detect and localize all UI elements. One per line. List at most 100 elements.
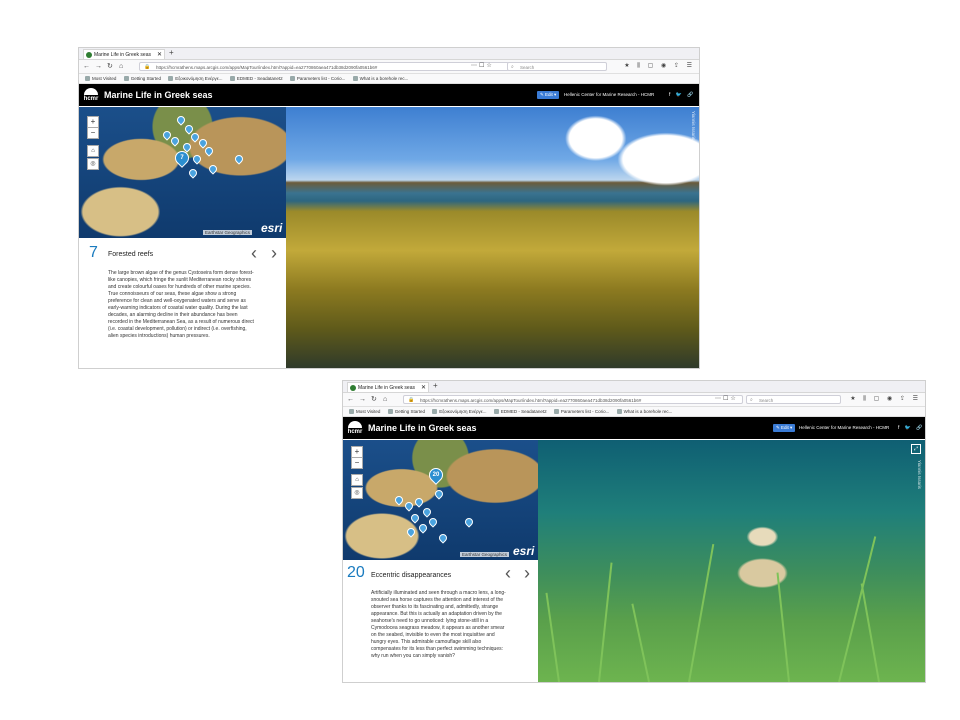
map-pin[interactable]	[405, 526, 417, 538]
bookmark-icon	[229, 76, 235, 81]
bookmarks-bar: Most Visited Getting Started Εξοικονόμησ…	[343, 407, 925, 417]
photo-credit: Yiannis Issaris	[691, 111, 696, 140]
search-icon: ⌕	[750, 397, 753, 403]
close-icon[interactable]: ✕	[157, 50, 162, 59]
map-pin[interactable]	[427, 516, 439, 528]
reload-icon[interactable]: ↻	[107, 61, 113, 72]
zoom-out-icon[interactable]: −	[351, 457, 363, 469]
map-pin[interactable]	[417, 522, 429, 534]
org-name: Hellenic Center for Marine Research - HC…	[799, 425, 890, 430]
bookmark-item[interactable]: Parameters list - Corio...	[553, 407, 609, 416]
map-pin[interactable]	[187, 167, 199, 179]
bookmark-item[interactable]: Getting Started	[387, 407, 425, 416]
new-tab-icon[interactable]: +	[169, 48, 174, 58]
esri-logo: esri	[261, 221, 283, 235]
browser-tab[interactable]: Marine Life in Greek seas ✕	[347, 382, 429, 392]
map-pin[interactable]	[175, 114, 187, 126]
browser-window-2: Marine Life in Greek seas ✕ + ← → ↻ ⌂ 🔒 …	[343, 381, 925, 682]
prev-arrow-icon[interactable]: ‹	[505, 564, 511, 582]
bookmark-icon	[123, 76, 129, 81]
app-header: hcmr Marine Life in Greek seas ✎ Edit ▾ …	[79, 84, 699, 106]
map-pin[interactable]	[433, 488, 445, 500]
back-arrow-icon[interactable]: ←	[83, 61, 90, 72]
bookmark-icon	[553, 409, 559, 414]
home-extent-icon[interactable]: ⌂	[351, 474, 363, 486]
bookmark-item[interactable]: Most Visited	[85, 74, 116, 83]
search-input[interactable]: ⌕ Search	[507, 62, 607, 71]
locate-icon[interactable]: ◎	[351, 487, 363, 499]
next-arrow-icon[interactable]: ›	[271, 244, 277, 262]
forward-arrow-icon[interactable]: →	[95, 61, 102, 72]
zoom-out-icon[interactable]: −	[87, 127, 99, 139]
map-pin[interactable]	[421, 506, 433, 518]
share-icons[interactable]: f 🐦 🔗	[669, 84, 696, 106]
story-body: The large brown algae of the genus Cysto…	[108, 270, 254, 339]
map-pin-label: 7	[180, 155, 184, 161]
toolbar-icons[interactable]: ★ ⫼ ▢ ◉ ⇪ ☰	[624, 61, 695, 72]
map-pin[interactable]	[203, 145, 215, 157]
bookmark-item[interactable]: Εξοικονόμηση Ενέργε...	[432, 407, 487, 416]
search-input[interactable]: ⌕ Search	[746, 395, 841, 404]
nav-bar: ← → ↻ ⌂ 🔒 https://hcmrathens.maps.arcgis…	[343, 393, 925, 407]
back-arrow-icon[interactable]: ←	[347, 394, 354, 405]
app-title: Marine Life in Greek seas	[368, 423, 477, 433]
bookmark-item[interactable]: Εξοικονόμηση Ενέργε...	[168, 74, 223, 83]
browser-tab[interactable]: Marine Life in Greek seas ✕	[83, 49, 165, 59]
bookmark-item[interactable]: Most Visited	[349, 407, 380, 416]
share-icons[interactable]: f 🐦 🔗	[898, 417, 925, 439]
expand-icon[interactable]: ⤢	[911, 444, 921, 454]
map-pin[interactable]	[409, 512, 421, 524]
bookmark-item[interactable]: EDMED - Seadatanet2	[229, 74, 283, 83]
map-pin[interactable]	[207, 163, 219, 175]
map-pin[interactable]	[463, 516, 475, 528]
story-number: 20	[347, 564, 365, 581]
bookmark-icon	[616, 409, 622, 414]
map-pin[interactable]	[393, 494, 405, 506]
bookmark-item[interactable]: EDMED - Seadatanet2	[493, 407, 547, 416]
home-icon[interactable]: ⌂	[119, 61, 123, 72]
edit-button[interactable]: ✎ Edit ▾	[773, 424, 796, 432]
page-actions-icon[interactable]: ⋯☐☆	[715, 394, 738, 405]
edit-button[interactable]: ✎ Edit ▾	[537, 91, 560, 99]
bookmark-item[interactable]: Parameters list - Corio...	[289, 74, 345, 83]
story-title: Forested reefs	[108, 251, 154, 258]
favicon-icon	[350, 385, 356, 391]
map-pin[interactable]	[437, 532, 449, 544]
locate-icon[interactable]: ◎	[87, 158, 99, 170]
close-icon[interactable]: ✕	[421, 383, 426, 392]
page-actions-icon[interactable]: ⋯☐☆	[471, 61, 494, 72]
map-pin[interactable]	[403, 500, 415, 512]
toolbar-icons[interactable]: ★ ⫼ ▢ ◉ ⇪ ☰	[850, 394, 921, 405]
browser-window-1: Marine Life in Greek seas ✕ + ← → ↻ ⌂ 🔒 …	[79, 48, 699, 368]
search-placeholder: Search	[759, 398, 774, 403]
story-photo: Yiannis Issaris	[286, 107, 699, 368]
reload-icon[interactable]: ↻	[371, 394, 377, 405]
favicon-icon	[86, 52, 92, 58]
map-panel[interactable]: + − ⌂ ◎ 20 Earthstar Geographics esri	[343, 440, 538, 560]
map-pin[interactable]	[169, 135, 181, 147]
forward-arrow-icon[interactable]: →	[359, 394, 366, 405]
bookmark-icon	[387, 409, 393, 414]
next-arrow-icon[interactable]: ›	[524, 564, 530, 582]
map-attribution: Earthstar Geographics	[460, 552, 510, 557]
search-icon: ⌕	[511, 64, 514, 70]
url-bar[interactable]: 🔒 https://hcmrathens.maps.arcgis.com/app…	[139, 62, 509, 71]
bookmark-item[interactable]: What is a borehole rec...	[616, 407, 672, 416]
home-icon[interactable]: ⌂	[383, 394, 387, 405]
map-attribution: Earthstar Geographics	[203, 230, 253, 235]
new-tab-icon[interactable]: +	[433, 381, 438, 391]
map-panel[interactable]: + − ⌂ ◎ 7 Earthstar Geographics esri	[79, 107, 286, 238]
url-bar[interactable]: 🔒 https://hcmrathens.maps.arcgis.com/app…	[403, 395, 743, 404]
prev-arrow-icon[interactable]: ‹	[251, 244, 257, 262]
bookmark-item[interactable]: What is a borehole rec...	[352, 74, 408, 83]
bookmark-item[interactable]: Getting Started	[123, 74, 161, 83]
map-pin[interactable]	[413, 496, 425, 508]
org-name: Hellenic Center for Marine Research - HC…	[564, 92, 655, 97]
app-title: Marine Life in Greek seas	[104, 90, 213, 100]
story-photo: ⤢ Yiannis Issaris	[538, 440, 925, 682]
map-pin[interactable]	[191, 153, 203, 165]
map-pin[interactable]	[233, 153, 245, 165]
home-extent-icon[interactable]: ⌂	[87, 145, 99, 157]
bookmark-icon	[168, 76, 174, 81]
story-body: Artificially illuminated and seen throug…	[371, 590, 506, 659]
